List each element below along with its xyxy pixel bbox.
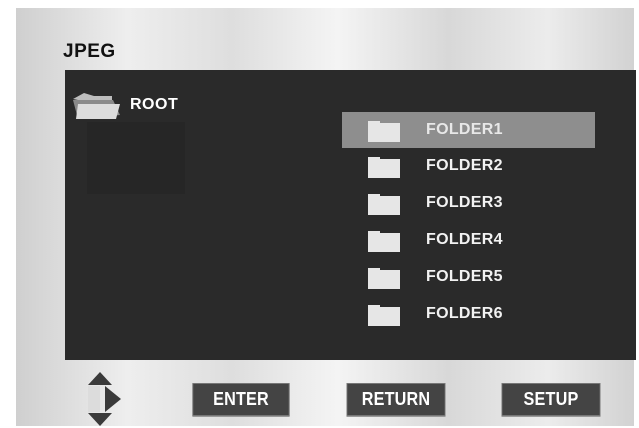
preview-area <box>87 122 185 194</box>
navigation-arrows-icon <box>88 372 121 426</box>
folder-label: FOLDER2 <box>426 157 503 174</box>
return-button[interactable]: RETURN <box>346 383 446 416</box>
folder-icon <box>368 268 400 289</box>
folder-item-6[interactable]: FOLDER6 <box>342 296 595 333</box>
folder-label: FOLDER6 <box>426 305 503 322</box>
file-browser-panel: ROOT FOLDER1 FOLDER2 FOLDER3 FOLDER4 FOL… <box>65 70 636 360</box>
folder-label: FOLDER5 <box>426 268 503 285</box>
folder-item-3[interactable]: FOLDER3 <box>342 185 595 222</box>
setup-button[interactable]: SETUP <box>501 383 601 416</box>
folder-label: FOLDER4 <box>426 231 503 248</box>
folder-icon <box>368 305 400 326</box>
folder-item-5[interactable]: FOLDER5 <box>342 259 595 296</box>
folder-item-1[interactable]: FOLDER1 <box>342 112 595 148</box>
folder-icon <box>368 231 400 252</box>
open-folder-icon <box>73 93 120 119</box>
folder-item-2[interactable]: FOLDER2 <box>342 148 595 185</box>
folder-label: FOLDER1 <box>426 121 503 138</box>
enter-button[interactable]: ENTER <box>192 383 290 416</box>
root-folder-label: ROOT <box>130 96 179 113</box>
folder-item-4[interactable]: FOLDER4 <box>342 222 595 259</box>
page-title: JPEG <box>63 41 116 62</box>
folder-list: FOLDER1 FOLDER2 FOLDER3 FOLDER4 FOLDER5 … <box>342 112 595 333</box>
folder-icon <box>368 157 400 178</box>
folder-icon <box>368 194 400 215</box>
folder-icon <box>368 121 400 142</box>
folder-label: FOLDER3 <box>426 194 503 211</box>
